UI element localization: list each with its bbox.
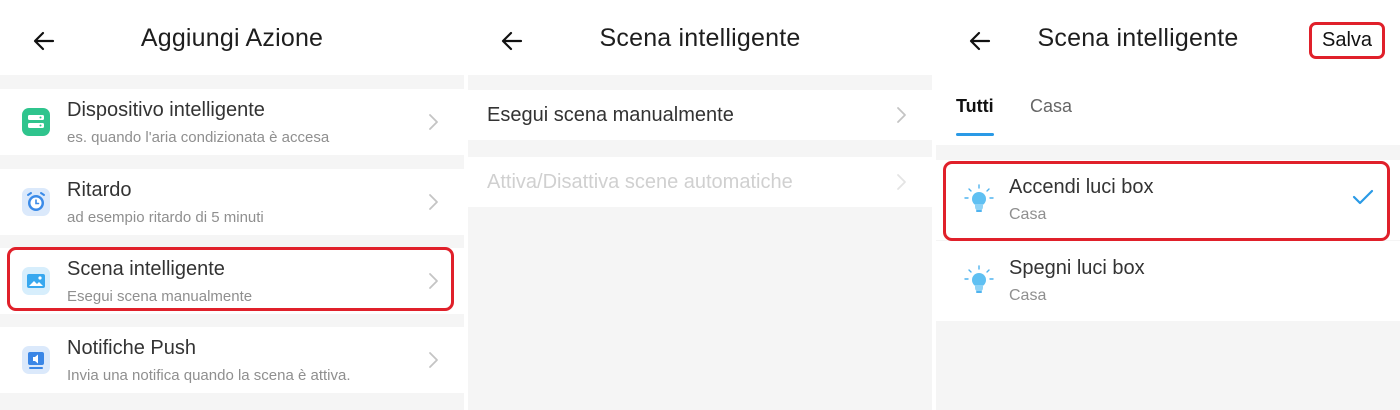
scene-name: Spegni luci box [1009,257,1145,279]
option-title: Attiva/Disattiva scene automatiche [487,171,793,193]
save-button[interactable]: Salva [1309,22,1385,59]
header: Scena intelligente Salva [936,0,1400,75]
option-smart-device[interactable]: Dispositivo intelligente es. quando l'ar… [0,89,464,155]
option-subtitle: Invia una notifica quando la scena è att… [67,367,351,384]
option-smart-scene[interactable]: Scena intelligente Esegui scena manualme… [0,248,464,314]
alarm-clock-icon [22,188,50,216]
option-subtitle: ad esempio ritardo di 5 minuti [67,209,264,226]
device-icon [22,108,50,136]
scene-item[interactable]: Accendi luci box Casa [936,160,1400,240]
header: Aggiungi Azione [0,0,464,75]
tab-all[interactable]: Tutti [956,96,994,117]
option-subtitle: Esegui scena manualmente [67,288,253,305]
page-title: Scena intelligente [1037,24,1239,52]
chevron-right-icon [429,114,438,130]
checkmark-icon [1352,189,1374,205]
option-title: Scena intelligente [67,258,225,280]
image-icon [22,267,50,295]
add-action-screen: Aggiungi Azione Dispositivo intelligente… [0,0,464,410]
light-bulb-icon [964,184,994,212]
option-toggle-automations: Attiva/Disattiva scene automatiche [468,157,932,207]
scene-select-screen: Scena intelligente Salva Tutti Casa Acce… [936,0,1400,410]
option-title: Ritardo [67,179,132,201]
tab-home[interactable]: Casa [1030,96,1072,117]
page-title: Scena intelligente [599,24,801,52]
scene-item[interactable]: Spegni luci box Casa [936,241,1400,321]
page-title: Aggiungi Azione [140,24,324,52]
header: Scena intelligente [468,0,932,75]
notification-icon [22,346,50,374]
chevron-right-icon [897,107,906,123]
scene-room: Casa [1009,287,1047,304]
option-push-notifications[interactable]: Notifiche Push Invia una notifica quando… [0,327,464,393]
chevron-right-icon [429,273,438,289]
room-tabs: Tutti Casa [936,75,1400,145]
option-delay[interactable]: Ritardo ad esempio ritardo di 5 minuti [0,169,464,235]
chevron-right-icon [429,194,438,210]
option-title: Esegui scena manualmente [487,104,734,126]
option-subtitle: es. quando l'aria condizionata è accesa [67,129,330,146]
option-run-scene-manually[interactable]: Esegui scena manualmente [468,90,932,140]
chevron-right-icon [429,352,438,368]
option-title: Dispositivo intelligente [67,99,265,121]
chevron-right-icon [897,174,906,190]
light-bulb-icon [964,265,994,293]
active-tab-indicator [956,133,994,136]
scene-room: Casa [1009,206,1047,223]
smart-scene-type-screen: Scena intelligente Esegui scena manualme… [468,0,932,410]
option-title: Notifiche Push [67,337,196,359]
scene-name: Accendi luci box [1009,176,1154,198]
